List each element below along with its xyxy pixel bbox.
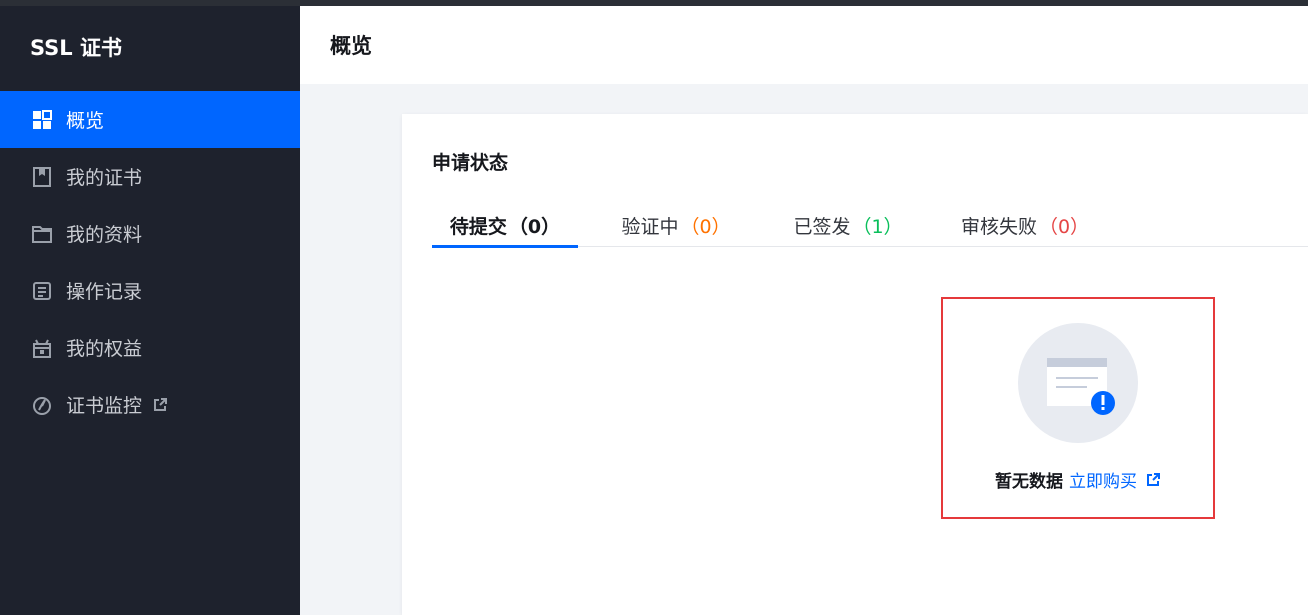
brand-title: SSL 证书: [30, 36, 122, 60]
sidebar: SSL 证书 概览 我的证书 我的资料 操作记录 我的权益 证书监控: [0, 6, 300, 615]
external-link-icon: [152, 397, 168, 413]
sidebar-item-overview[interactable]: 概览: [0, 91, 300, 148]
folder-icon: [31, 223, 53, 245]
sidebar-item-label: 我的证书: [66, 167, 143, 189]
sidebar-item-cert-monitor[interactable]: 证书监控: [0, 376, 300, 433]
record-icon: [31, 280, 53, 302]
empty-state: 暂无数据 立即购买: [941, 297, 1215, 519]
page-title: 概览: [330, 34, 372, 58]
buy-now-link[interactable]: 立即购买: [1069, 467, 1161, 492]
tab-count: （0）: [1038, 216, 1090, 238]
sidebar-item-label: 操作记录: [66, 281, 143, 303]
grid-icon: [31, 109, 53, 131]
gift-icon: [31, 337, 53, 359]
sidebar-item-my-materials[interactable]: 我的资料: [0, 205, 300, 262]
tab-count: （0）: [680, 216, 731, 238]
tab-review-failed[interactable]: 审核失败 （0）: [940, 204, 1110, 247]
sidebar-item-label: 我的权益: [66, 338, 143, 360]
empty-label: 暂无数据: [995, 472, 1063, 492]
sidebar-item-my-certificates[interactable]: 我的证书: [0, 148, 300, 205]
tab-issued[interactable]: 已签发 （1）: [768, 204, 928, 247]
tab-pending-submit[interactable]: 待提交 （0）: [432, 204, 578, 248]
status-tabs: 待提交 （0） 验证中 （0） 已签发 （1） 审核失败 （0）: [432, 204, 1308, 248]
sidebar-item-label: 证书监控: [66, 395, 143, 417]
certificate-icon: [31, 166, 53, 188]
sidebar-item-label: 概览: [66, 110, 105, 132]
sidebar-item-operation-records[interactable]: 操作记录: [0, 262, 300, 319]
tab-label: 已签发: [793, 216, 851, 238]
external-link-icon: [1147, 472, 1160, 486]
tab-label: 验证中: [621, 216, 679, 238]
page-header: 概览: [300, 6, 1308, 84]
sidebar-item-label: 我的资料: [66, 224, 143, 246]
empty-message: 暂无数据 立即购买: [943, 467, 1213, 492]
monitor-icon: [31, 394, 53, 416]
tab-verifying[interactable]: 验证中 （0）: [596, 204, 756, 247]
card-title: 申请状态: [432, 152, 509, 174]
tab-label: 待提交: [449, 216, 507, 238]
tab-count: （0）: [508, 216, 561, 238]
empty-data-icon: [1017, 322, 1139, 444]
tab-label: 审核失败: [960, 216, 1037, 238]
buy-now-label: 立即购买: [1069, 472, 1137, 492]
sidebar-item-my-benefits[interactable]: 我的权益: [0, 319, 300, 376]
tab-count: （1）: [852, 216, 903, 238]
